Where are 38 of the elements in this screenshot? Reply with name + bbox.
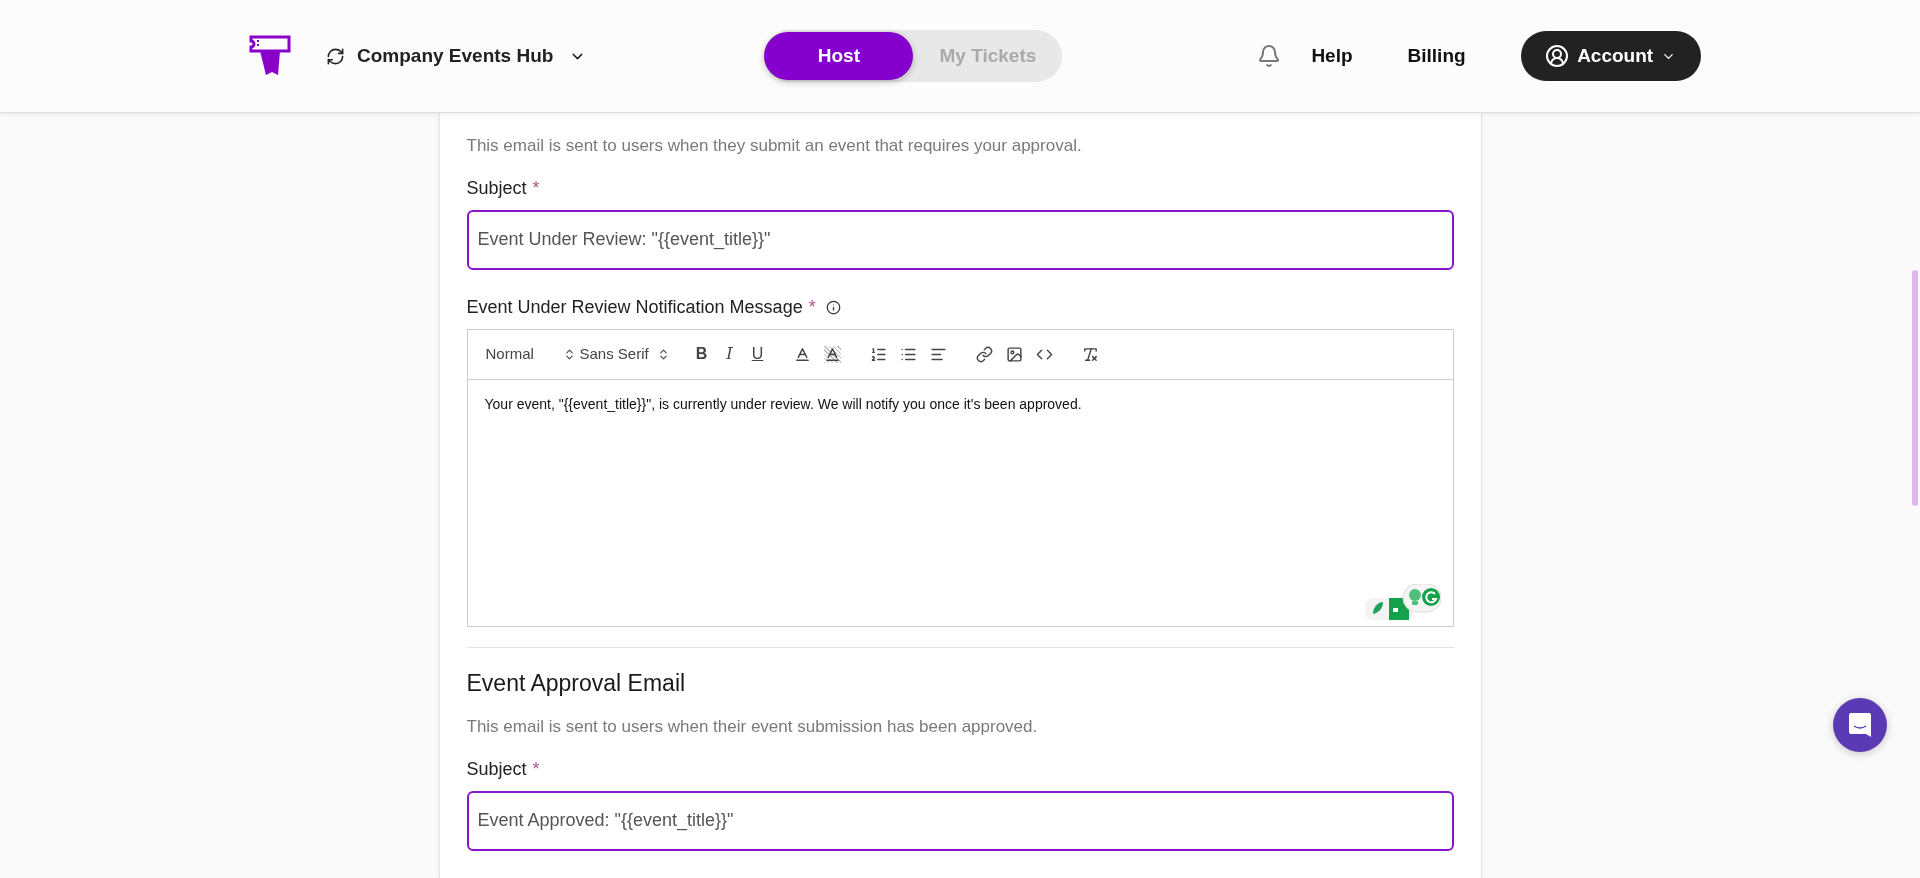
clear-format-icon <box>1082 345 1099 363</box>
subject-input[interactable]: Event Approved: "{{event_title}}" <box>466 790 1454 851</box>
required-mark: * <box>532 176 540 200</box>
section-description: This email is sent to users when they submit an event that requires your approval. <box>466 135 1083 157</box>
image-icon <box>1006 345 1023 363</box>
mode-tab[interactable]: Host <box>764 32 914 80</box>
chat-icon <box>1849 713 1871 737</box>
chat-launcher-button[interactable] <box>1833 698 1887 752</box>
user-icon <box>1545 44 1570 68</box>
notification-bell-icon[interactable] <box>1257 43 1282 69</box>
account-button[interactable]: Account <box>1520 31 1701 81</box>
message-editor[interactable]: Your event, "{{event_title}}", is currently under review. We will notify you once it's been approved. <box>466 379 1454 627</box>
message-text: Your event, "{{event_title}}", is currently under review. We will notify you once it's been approved. <box>484 394 1083 414</box>
text-color-icon <box>794 345 811 363</box>
field-label: Event Under Review Notification Message <box>466 295 803 319</box>
field-label: Subject <box>466 757 527 781</box>
required-mark: * <box>532 757 540 781</box>
writing-assistant-icon <box>1364 583 1441 620</box>
link-icon <box>976 345 993 363</box>
scrollbar-thumb[interactable] <box>1912 270 1918 506</box>
switch-icon <box>326 46 345 66</box>
ticket-logo-icon <box>248 35 292 77</box>
highlight-icon <box>824 345 841 363</box>
italic-button[interactable]: I <box>717 342 742 366</box>
numbered-list-icon <box>870 345 887 363</box>
section-title: Event Approval Email <box>466 668 687 698</box>
format-dropdown[interactable]: Normal <box>485 342 576 366</box>
field-label: Subject <box>466 176 527 200</box>
subject-input[interactable]: Event Under Review: "{{event_title}}" <box>466 209 1454 270</box>
workspace-switcher[interactable]: Company Events Hub <box>326 41 587 71</box>
nav-link[interactable]: Billing <box>1407 41 1466 71</box>
format-dropdown[interactable]: Sans Serif <box>579 342 670 366</box>
required-mark: * <box>808 295 816 319</box>
section-description: This email is sent to users when their event submission has been approved. <box>466 716 1039 738</box>
nav-link[interactable]: Help <box>1311 41 1353 71</box>
bold-button[interactable]: B <box>689 342 714 366</box>
info-icon <box>825 299 841 315</box>
underline-button[interactable]: U <box>745 342 770 366</box>
